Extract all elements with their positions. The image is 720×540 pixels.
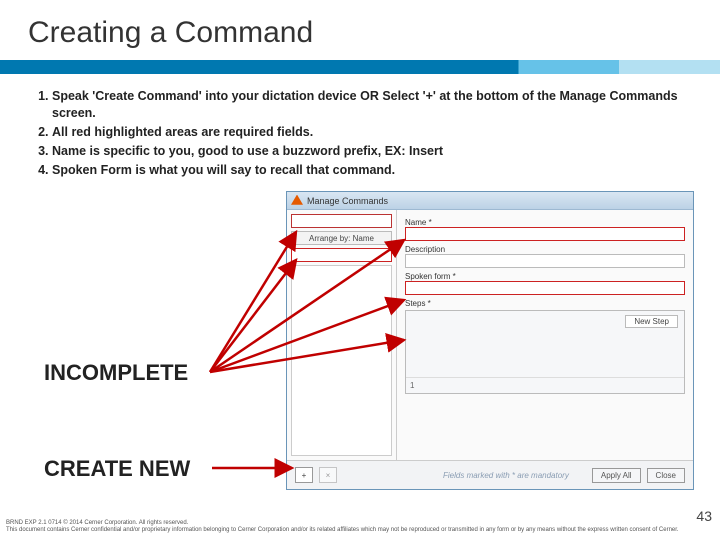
description-field[interactable] bbox=[405, 254, 685, 268]
app-icon bbox=[291, 195, 303, 207]
slide-title: Creating a Command bbox=[0, 0, 720, 60]
steps-label: Steps * bbox=[405, 299, 685, 308]
close-button[interactable]: Close bbox=[647, 468, 685, 483]
left-pane: Arrange by: Name bbox=[287, 210, 397, 460]
legal-line-2: This document contains Cerner confidenti… bbox=[6, 527, 679, 534]
window-titlebar: Manage Commands bbox=[287, 192, 693, 210]
command-list-required[interactable] bbox=[291, 248, 392, 262]
remove-command-button[interactable]: × bbox=[319, 467, 337, 483]
step-row-1[interactable]: 1 bbox=[406, 377, 684, 393]
search-input[interactable] bbox=[291, 214, 392, 228]
arrange-by-dropdown[interactable]: Arrange by: Name bbox=[291, 231, 392, 245]
name-field[interactable] bbox=[405, 227, 685, 241]
spoken-form-label: Spoken form * bbox=[405, 272, 685, 281]
new-step-button[interactable]: New Step bbox=[625, 315, 678, 328]
steps-list: Speak 'Create Command' into your dictati… bbox=[0, 88, 720, 178]
step-3: Name is specific to you, good to use a b… bbox=[52, 143, 686, 160]
legal-line-1: BRND EXP 2.1 0714 © 2014 Cerner Corporat… bbox=[6, 520, 679, 527]
command-list-area bbox=[291, 265, 392, 456]
spoken-form-field[interactable] bbox=[405, 281, 685, 295]
manage-commands-window: Manage Commands Arrange by: Name Name * … bbox=[286, 191, 694, 490]
step-1: Speak 'Create Command' into your dictati… bbox=[52, 88, 686, 122]
description-label: Description bbox=[405, 245, 685, 254]
page-number: 43 bbox=[696, 508, 712, 524]
steps-editor: New Step 1 bbox=[405, 310, 685, 394]
legal-footer: BRND EXP 2.1 0714 © 2014 Cerner Corporat… bbox=[6, 520, 679, 534]
step-2: All red highlighted areas are required f… bbox=[52, 124, 686, 141]
annotation-create-new: CREATE NEW bbox=[44, 456, 190, 482]
add-command-button[interactable]: + bbox=[295, 467, 313, 483]
step-4: Spoken Form is what you will say to reca… bbox=[52, 162, 686, 179]
apply-all-button[interactable]: Apply All bbox=[592, 468, 641, 483]
window-footer: + × Fields marked with * are mandatory A… bbox=[287, 460, 693, 489]
window-title: Manage Commands bbox=[307, 196, 388, 206]
name-label: Name * bbox=[405, 218, 685, 227]
right-pane: Name * Description Spoken form * Steps *… bbox=[397, 210, 693, 460]
title-accent-bar bbox=[0, 60, 720, 74]
mandatory-note: Fields marked with * are mandatory bbox=[443, 471, 586, 480]
annotation-incomplete: INCOMPLETE bbox=[44, 360, 188, 386]
